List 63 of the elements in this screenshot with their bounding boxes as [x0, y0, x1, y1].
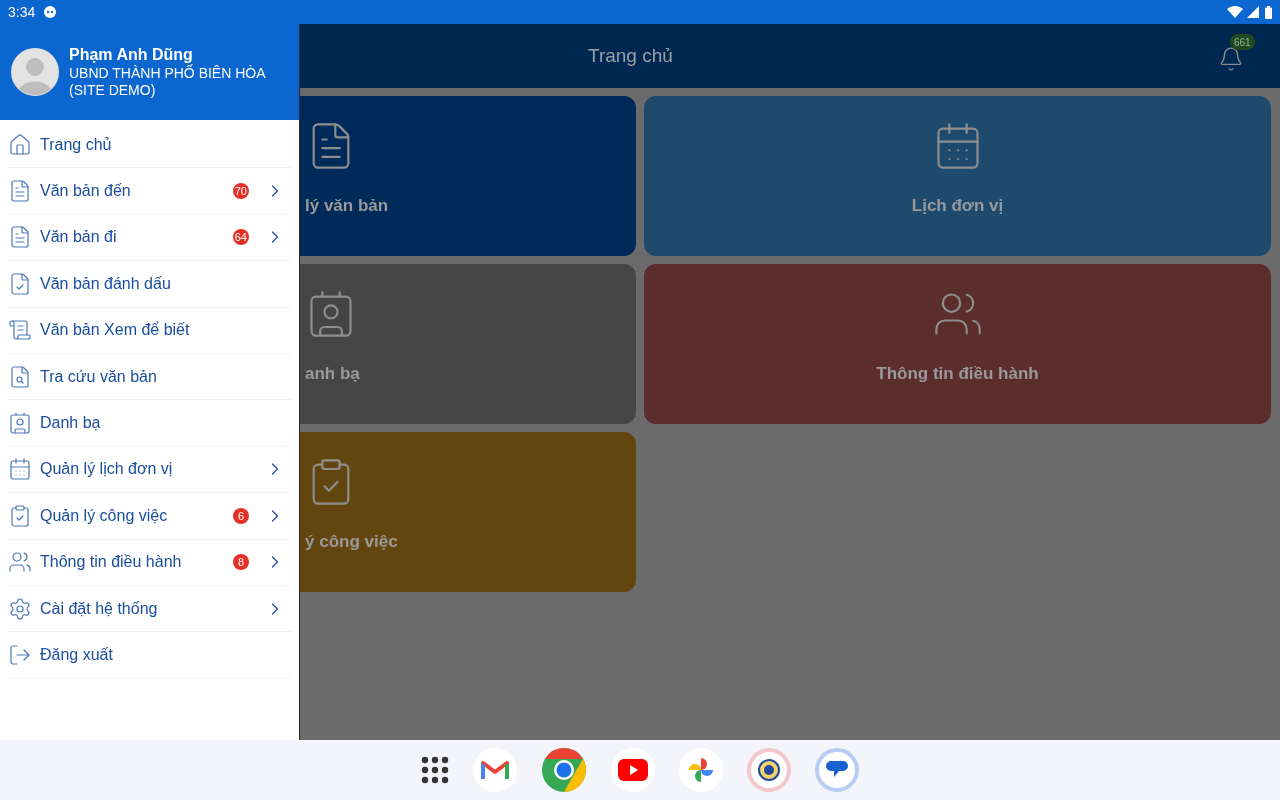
user-name: Phạm Anh Dũng — [69, 45, 193, 65]
document-icon — [8, 225, 32, 250]
status-time: 3:34 — [8, 2, 36, 22]
mail-app-icon[interactable] — [473, 748, 517, 792]
tile-label: Lịch đơn vị — [911, 194, 1004, 217]
user-organization: UBND THÀNH PHỐ BIÊN HÒA (SITE DEMO) — [69, 65, 267, 99]
menu-item-label: Tra cứu văn bản — [40, 366, 158, 387]
notification-count: 661 — [1230, 34, 1255, 50]
battery-icon — [1265, 5, 1272, 19]
drawer-menu-item[interactable]: Danh bạ — [8, 400, 291, 447]
menu-item-label: Quản lý công việc — [40, 505, 169, 526]
tile-label: anh bạ — [305, 362, 360, 385]
contact-card-icon — [8, 411, 32, 436]
tile-label: lý văn bản — [305, 194, 389, 217]
drawer-menu-item[interactable]: Thông tin điều hành 8 — [8, 539, 291, 586]
menu-item-label: Thông tin điều hành — [40, 552, 183, 573]
menu-item-label: Cài đặt hệ thống — [40, 598, 159, 619]
document-icon — [8, 179, 32, 204]
settings-icon — [8, 596, 32, 621]
notification-bell-icon[interactable] — [1218, 46, 1244, 72]
count-badge: 6 — [233, 507, 249, 524]
video-app-icon[interactable] — [611, 748, 655, 792]
menu-item-label: Văn bản đánh dấu — [40, 273, 172, 294]
menu-item-label: Quản lý lịch đơn vị — [40, 459, 174, 480]
document-list-icon — [8, 318, 32, 343]
tile-label: ý công việc — [305, 530, 398, 553]
home-icon — [8, 132, 32, 157]
drawer-menu-item[interactable]: Cài đặt hệ thống — [8, 585, 291, 633]
count-badge: 70 — [232, 183, 249, 200]
browser-app-icon[interactable] — [541, 747, 587, 793]
drawer-menu-item[interactable]: Đăng xuất — [8, 632, 291, 679]
menu-item-label: Văn bản đến — [40, 181, 132, 202]
task-list-icon — [8, 503, 32, 528]
drawer-menu-item[interactable]: Quản lý công việc 6 — [8, 493, 291, 540]
menu-item-label: Đăng xuất — [40, 645, 114, 665]
menu-tile[interactable]: lý văn bản — [300, 96, 636, 256]
logout-icon — [8, 643, 32, 667]
app-grid-icon[interactable] — [421, 756, 449, 784]
drawer-menu-item[interactable]: Quản lý lịch đơn vị — [8, 446, 291, 494]
marked-document-icon — [8, 271, 32, 296]
drawer-menu-item[interactable]: Văn bản đến 70 — [8, 168, 291, 215]
count-badge: 64 — [232, 229, 249, 246]
drawer-menu-item[interactable]: Tra cứu văn bản — [8, 353, 291, 401]
chat-app-icon[interactable] — [815, 748, 859, 792]
drawer-menu-item[interactable]: Văn bản đi 64 — [8, 214, 291, 262]
menu-item-label: Văn bản đi — [40, 227, 118, 248]
document-search-icon — [8, 364, 32, 389]
avatar-icon — [11, 48, 59, 96]
menu-item-label: Văn bản Xem để biết — [40, 320, 191, 341]
menu-tile[interactable]: Thông tin điều hành — [644, 264, 1271, 424]
calendar-icon — [8, 457, 32, 482]
drawer-menu-item[interactable]: Văn bản Xem để biết — [8, 307, 291, 354]
emblem-app-icon[interactable] — [747, 748, 791, 792]
menu-item-label: Danh bạ — [40, 413, 102, 434]
menu-item-label: Trang chủ — [40, 134, 113, 155]
count-badge: 8 — [233, 554, 249, 571]
wifi-icon — [1227, 6, 1243, 18]
app-bar-title: Trang chủ — [588, 43, 673, 68]
tile-label: Thông tin điều hành — [876, 362, 1039, 385]
drawer-menu-item[interactable]: Văn bản đánh dấu — [8, 261, 291, 308]
drawer-menu-item[interactable]: Trang chủ — [8, 122, 291, 169]
signal-icon — [1247, 6, 1259, 18]
pinwheel-app-icon[interactable] — [679, 748, 723, 792]
